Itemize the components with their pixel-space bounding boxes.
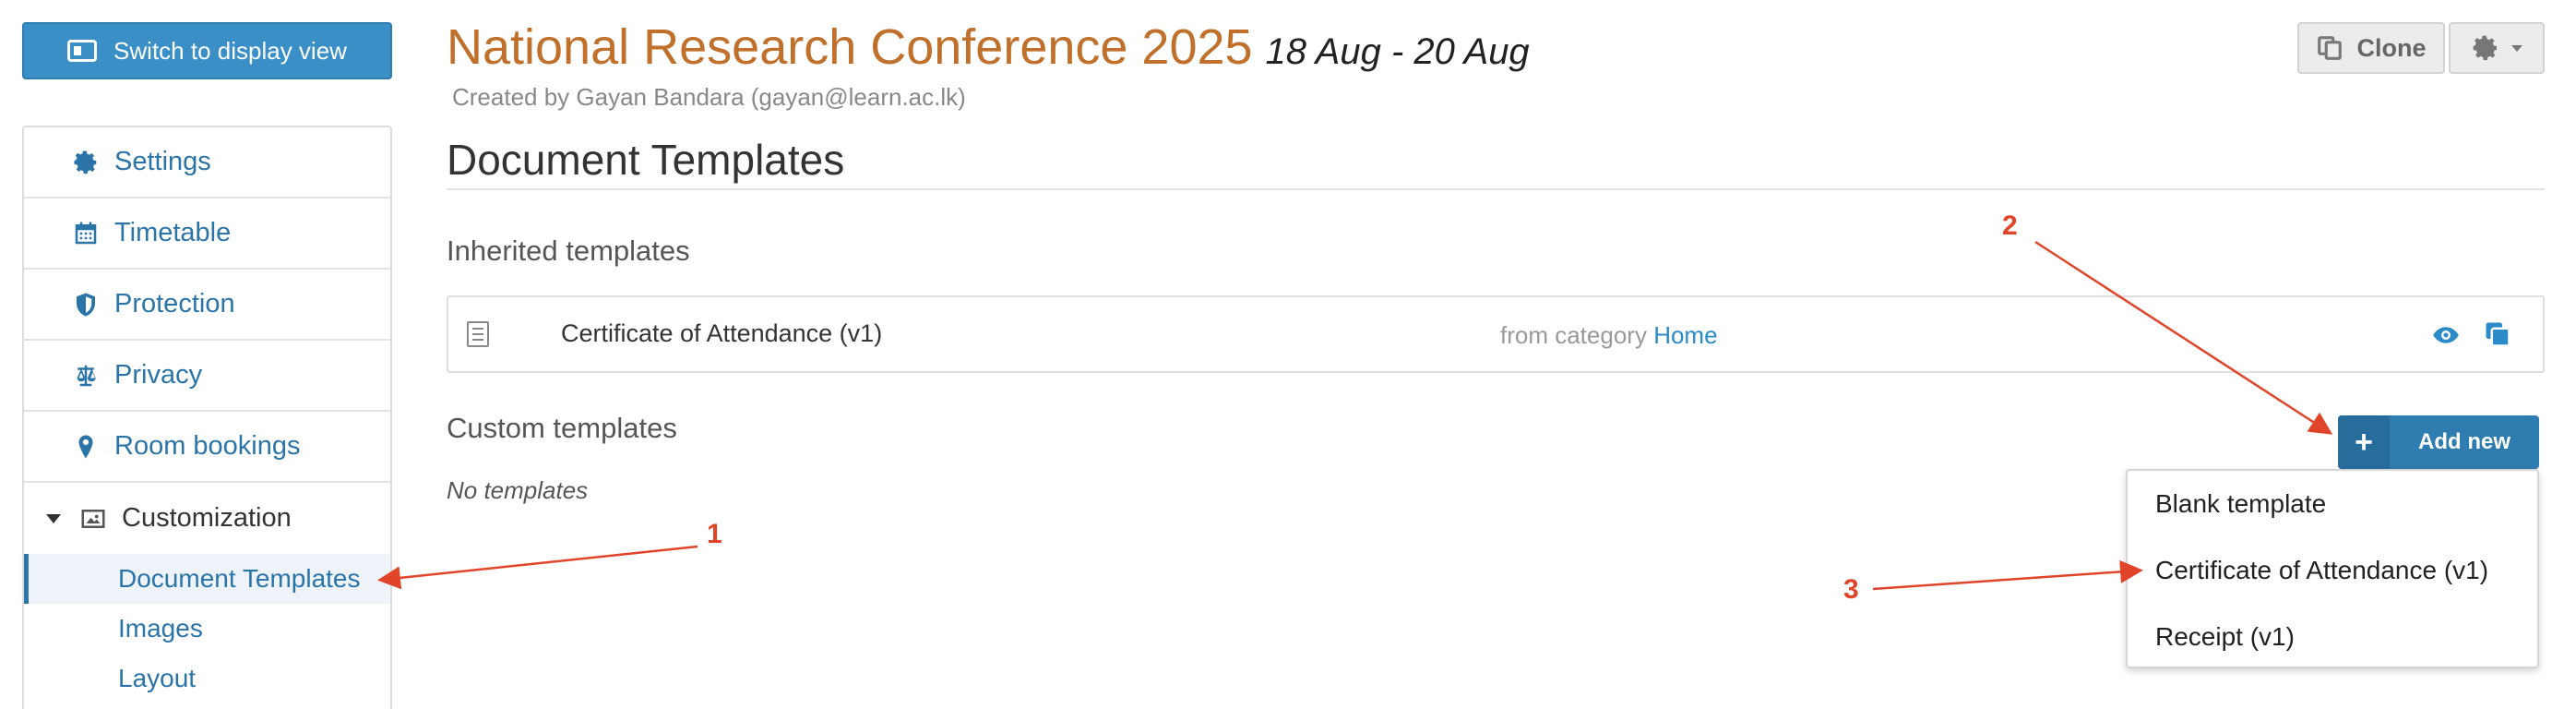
scales-icon bbox=[77, 365, 96, 386]
sidebar-item-label: Customization bbox=[122, 503, 292, 533]
from-category-prefix: from category bbox=[1500, 321, 1647, 349]
eye-icon[interactable] bbox=[2430, 321, 2462, 349]
clone-icon bbox=[2318, 36, 2343, 60]
template-source: from category Home bbox=[1500, 321, 1718, 350]
annotation-arrow-1 bbox=[377, 545, 698, 590]
add-new-dropdown-menu: Blank template Certificate of Attendance… bbox=[2126, 469, 2539, 668]
annotation-label-1: 1 bbox=[707, 519, 722, 549]
gear-icon bbox=[74, 150, 97, 174]
title-divider bbox=[447, 188, 2545, 190]
sidebar-item-privacy[interactable]: Privacy bbox=[24, 341, 390, 412]
sidebar-subitem-document-templates[interactable]: Document Templates bbox=[24, 554, 390, 604]
category-link[interactable]: Home bbox=[1653, 321, 1717, 349]
caret-down-icon bbox=[46, 513, 61, 523]
add-new-button[interactable]: + Add new bbox=[2338, 415, 2539, 469]
chevron-down-icon bbox=[2511, 44, 2522, 52]
sidebar-subitem-layout[interactable]: Layout bbox=[24, 654, 390, 703]
inherited-template-row: Certificate of Attendance (v1) from cate… bbox=[447, 295, 2545, 373]
event-title-text: National Research Conference 2025 bbox=[447, 19, 1253, 75]
annotation-label-2: 2 bbox=[2002, 210, 2018, 241]
copy-icon[interactable] bbox=[2484, 319, 2511, 349]
sidebar-subitem-images[interactable]: Images bbox=[24, 604, 390, 654]
sidebar-item-label: Room bookings bbox=[114, 431, 301, 461]
event-dates: 18 Aug - 20 Aug bbox=[1265, 31, 1530, 72]
event-title: National Research Conference 2025 18 Aug … bbox=[447, 18, 1530, 76]
menu-item-receipt[interactable]: Receipt (v1) bbox=[2128, 604, 2537, 670]
sidebar-item-label: Privacy bbox=[114, 360, 203, 390]
clone-label: Clone bbox=[2356, 33, 2427, 62]
sidebar-subitem-label: Document Templates bbox=[118, 564, 361, 593]
image-icon bbox=[81, 509, 105, 528]
add-new-label: Add new bbox=[2418, 429, 2510, 454]
custom-templates-heading: Custom templates bbox=[447, 412, 677, 444]
sidebar-item-protection[interactable]: Protection bbox=[24, 270, 390, 341]
switch-to-display-view-button[interactable]: Switch to display view bbox=[22, 22, 392, 79]
event-settings-dropdown-button[interactable] bbox=[2449, 22, 2545, 74]
created-by: Created by Gayan Bandara (gayan@learn.ac… bbox=[452, 83, 966, 111]
sidebar-item-label: Protection bbox=[114, 289, 235, 318]
shield-icon bbox=[77, 293, 95, 316]
display-icon bbox=[67, 40, 98, 62]
sidebar-menu: Settings Timetable Protection Privacy Ro… bbox=[22, 126, 392, 709]
map-pin-icon bbox=[78, 435, 93, 458]
sidebar-item-customization[interactable]: Customization bbox=[24, 483, 390, 554]
page-title: Document Templates bbox=[447, 136, 845, 184]
inherited-templates-heading: Inherited templates bbox=[447, 234, 690, 267]
sidebar-subitem-label: Layout bbox=[118, 664, 197, 692]
clone-button[interactable]: Clone bbox=[2297, 22, 2445, 74]
sidebar-item-settings[interactable]: Settings bbox=[24, 127, 390, 198]
sidebar-item-label: Timetable bbox=[114, 218, 232, 247]
template-name: Certificate of Attendance (v1) bbox=[561, 319, 883, 347]
document-icon bbox=[467, 321, 489, 347]
menu-item-blank-template[interactable]: Blank template bbox=[2128, 471, 2537, 537]
plus-icon: + bbox=[2338, 415, 2390, 469]
calendar-icon bbox=[75, 222, 97, 244]
menu-item-certificate-of-attendance[interactable]: Certificate of Attendance (v1) bbox=[2128, 537, 2537, 604]
sidebar-item-label: Settings bbox=[114, 147, 211, 176]
annotation-arrow-3 bbox=[1872, 559, 2143, 591]
no-templates-text: No templates bbox=[447, 476, 589, 504]
gear-icon bbox=[2473, 35, 2497, 61]
switch-view-label: Switch to display view bbox=[113, 36, 347, 65]
annotation-label-3: 3 bbox=[1843, 574, 1859, 605]
sidebar-subitem-label: Images bbox=[118, 614, 203, 643]
sidebar-item-room-bookings[interactable]: Room bookings bbox=[24, 412, 390, 483]
sidebar-item-timetable[interactable]: Timetable bbox=[24, 198, 390, 270]
